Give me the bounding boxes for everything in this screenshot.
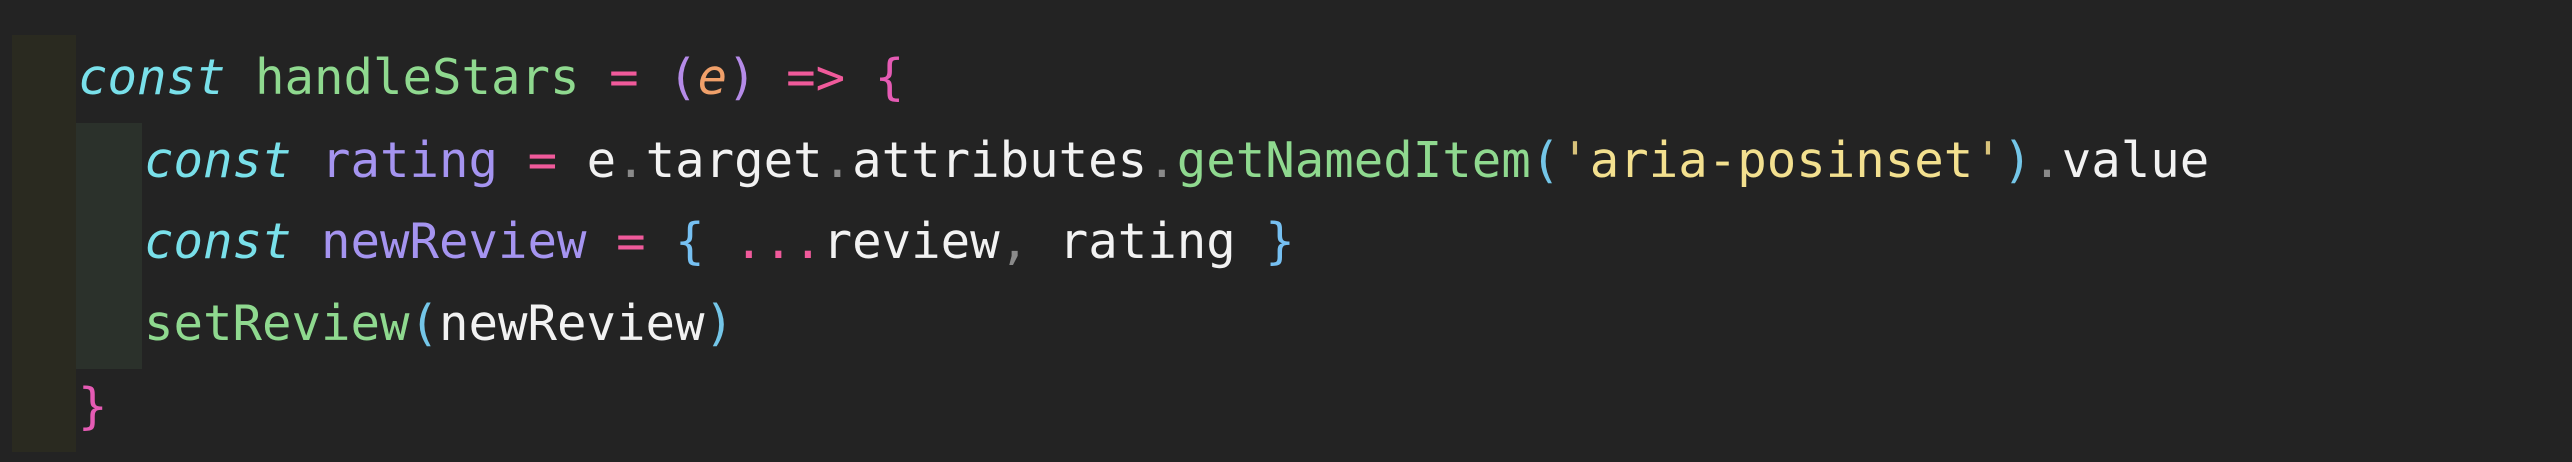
spread-operator-token: ... xyxy=(734,213,823,270)
dot-token: . xyxy=(2032,132,2062,189)
paren-token: ) xyxy=(704,295,735,352)
brace-token: { xyxy=(675,213,705,270)
keyword-token: const xyxy=(78,49,226,106)
dot-token: . xyxy=(822,132,853,189)
keyword-token: const xyxy=(144,132,292,189)
dot-token: . xyxy=(616,132,646,189)
brace-token: { xyxy=(874,49,905,106)
identifier-token: review xyxy=(822,213,1000,270)
function-name-token: setReview xyxy=(144,295,410,352)
quote-token: ' xyxy=(1560,132,1590,189)
quote-token: ' xyxy=(1973,132,2003,189)
comma-token: , xyxy=(999,213,1030,270)
variable-token: rating xyxy=(321,132,499,189)
function-name-token: handleStars xyxy=(255,49,580,106)
line-highlight-gutter xyxy=(12,35,76,452)
identifier-token: target xyxy=(645,132,823,189)
operator-token: = xyxy=(609,49,639,106)
code-line-5[interactable]: } xyxy=(78,366,108,448)
indent-guide xyxy=(76,123,142,369)
identifier-token: value xyxy=(2061,132,2210,189)
operator-token: = xyxy=(527,132,558,189)
code-line-4[interactable]: setReview(newReview) xyxy=(144,283,734,365)
brace-token: } xyxy=(78,378,108,435)
paren-token: ( xyxy=(1530,132,1561,189)
paren-token: ( xyxy=(668,49,698,106)
keyword-token: const xyxy=(144,213,292,270)
identifier-token: attributes xyxy=(852,132,1148,189)
dot-token: . xyxy=(1147,132,1177,189)
string-token: aria-posinset xyxy=(1589,132,1974,189)
operator-token: => xyxy=(786,49,846,106)
operator-token: = xyxy=(616,213,646,270)
identifier-token: rating xyxy=(1058,213,1236,270)
identifier-token: newReview xyxy=(439,295,705,352)
code-editor[interactable]: const handleStars = (e) => { const ratin… xyxy=(0,0,2572,462)
paren-token: ) xyxy=(2002,132,2033,189)
identifier-token: e xyxy=(586,132,617,189)
variable-token: newReview xyxy=(321,213,587,270)
paren-token: ( xyxy=(409,295,440,352)
function-name-token: getNamedItem xyxy=(1176,132,1531,189)
paren-token: ) xyxy=(727,49,757,106)
brace-token: } xyxy=(1265,213,1295,270)
parameter-token: e xyxy=(697,49,728,106)
code-line-1[interactable]: const handleStars = (e) => { xyxy=(78,37,904,119)
code-line-2[interactable]: const rating = e.target.attributes.getNa… xyxy=(144,120,2209,202)
code-line-3[interactable]: const newReview = { ...review, rating } xyxy=(144,201,1295,283)
